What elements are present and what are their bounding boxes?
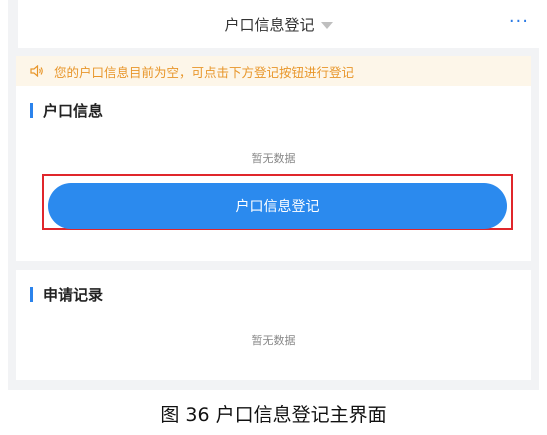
- section-accent-bar: [30, 287, 33, 302]
- application-records-card: 申请记录 暂无数据: [16, 270, 531, 380]
- notice-banner: 您的户口信息目前为空，可点击下方登记按钮进行登记: [16, 56, 531, 86]
- household-info-card: 户口信息 暂无数据 户口信息登记: [16, 86, 531, 261]
- household-section-header: 户口信息: [30, 100, 103, 121]
- page-title: 户口信息登记: [224, 16, 315, 34]
- household-empty-text: 暂无数据: [251, 152, 296, 165]
- records-empty-text: 暂无数据: [251, 334, 296, 347]
- records-section-title: 申请记录: [43, 286, 104, 304]
- chevron-down-icon: [320, 22, 333, 29]
- register-household-button[interactable]: 户口信息登记: [48, 183, 507, 229]
- top-nav: 户口信息登记 ···: [18, 0, 539, 48]
- page-title-dropdown[interactable]: 户口信息登记: [18, 14, 539, 35]
- notice-text: 您的户口信息目前为空，可点击下方登记按钮进行登记: [54, 64, 355, 80]
- household-section-title: 户口信息: [43, 102, 104, 120]
- figure-caption: 图 36 户口信息登记主界面: [160, 404, 387, 426]
- section-accent-bar: [30, 103, 33, 118]
- records-section-header: 申请记录: [30, 284, 103, 305]
- more-menu-button[interactable]: ···: [509, 11, 529, 32]
- speaker-icon: [30, 65, 44, 77]
